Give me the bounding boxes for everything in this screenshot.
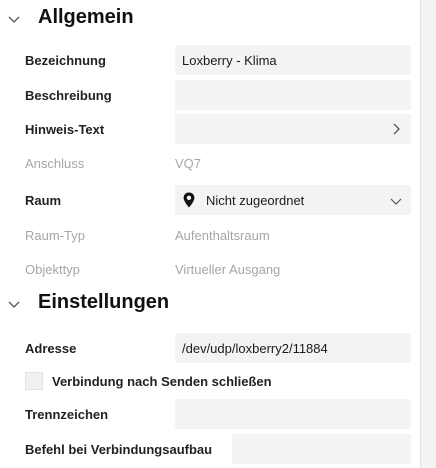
vertical-scrollbar[interactable] <box>420 0 436 468</box>
object-type-value: Virtueller Ausgang <box>175 262 281 277</box>
hint-input[interactable] <box>175 114 411 144</box>
section-header-settings[interactable]: Einstellungen <box>0 289 420 321</box>
row-name: Bezeichnung Loxberry - Klima <box>0 45 420 75</box>
room-value: Nicht zugeordnet <box>206 193 305 208</box>
row-connect-command: Befehl bei Verbindungsaufbau <box>0 434 420 464</box>
room-select[interactable]: Nicht zugeordnet <box>175 185 411 215</box>
address-value: /dev/udp/loxberry2/11884 <box>182 341 328 356</box>
connect-command-label: Befehl bei Verbindungsaufbau <box>25 442 213 457</box>
connection-value: VQ7 <box>175 156 202 171</box>
section-header-general[interactable]: Allgemein <box>0 4 420 36</box>
name-value: Loxberry - Klima <box>182 53 277 68</box>
row-room-type: Raum-Typ Aufenthaltsraum <box>0 220 420 250</box>
close-after-send-label[interactable]: Verbindung nach Senden schließen <box>52 374 272 389</box>
description-label: Beschreibung <box>25 88 112 103</box>
section-title-general: Allgemein <box>38 6 134 28</box>
separator-label: Trennzeichen <box>25 407 109 422</box>
connect-command-input[interactable] <box>232 434 411 464</box>
close-after-send-checkbox[interactable] <box>25 372 43 390</box>
room-type-value: Aufenthaltsraum <box>175 228 270 243</box>
properties-panel: Allgemein Bezeichnung Loxberry - Klima B… <box>0 0 420 468</box>
name-label: Bezeichnung <box>25 53 106 68</box>
section-title-settings: Einstellungen <box>38 291 170 313</box>
name-input[interactable]: Loxberry - Klima <box>175 45 411 75</box>
address-input[interactable]: /dev/udp/loxberry2/11884 <box>175 333 411 363</box>
chevron-right-icon[interactable] <box>389 122 403 136</box>
row-connection: Anschluss VQ7 <box>0 148 420 178</box>
separator-input[interactable] <box>175 399 411 429</box>
chevron-down-icon[interactable] <box>6 11 22 27</box>
object-type-label: Objekttyp <box>25 262 80 277</box>
location-pin-icon <box>183 192 195 208</box>
row-address: Adresse /dev/udp/loxberry2/11884 <box>0 333 420 363</box>
row-object-type: Objekttyp Virtueller Ausgang <box>0 254 420 284</box>
chevron-down-icon[interactable] <box>389 194 403 208</box>
row-description: Beschreibung <box>0 80 420 110</box>
description-input[interactable] <box>175 80 411 110</box>
row-hint: Hinweis-Text <box>0 114 420 144</box>
row-close-after-send: Verbindung nach Senden schließen <box>0 366 420 396</box>
hint-label: Hinweis-Text <box>25 122 105 137</box>
room-label: Raum <box>25 193 62 208</box>
chevron-down-icon[interactable] <box>6 296 22 312</box>
row-room: Raum Nicht zugeordnet <box>0 185 420 215</box>
address-label: Adresse <box>25 341 77 356</box>
row-separator: Trennzeichen <box>0 399 420 429</box>
room-type-label: Raum-Typ <box>25 228 85 243</box>
connection-label: Anschluss <box>25 156 85 171</box>
